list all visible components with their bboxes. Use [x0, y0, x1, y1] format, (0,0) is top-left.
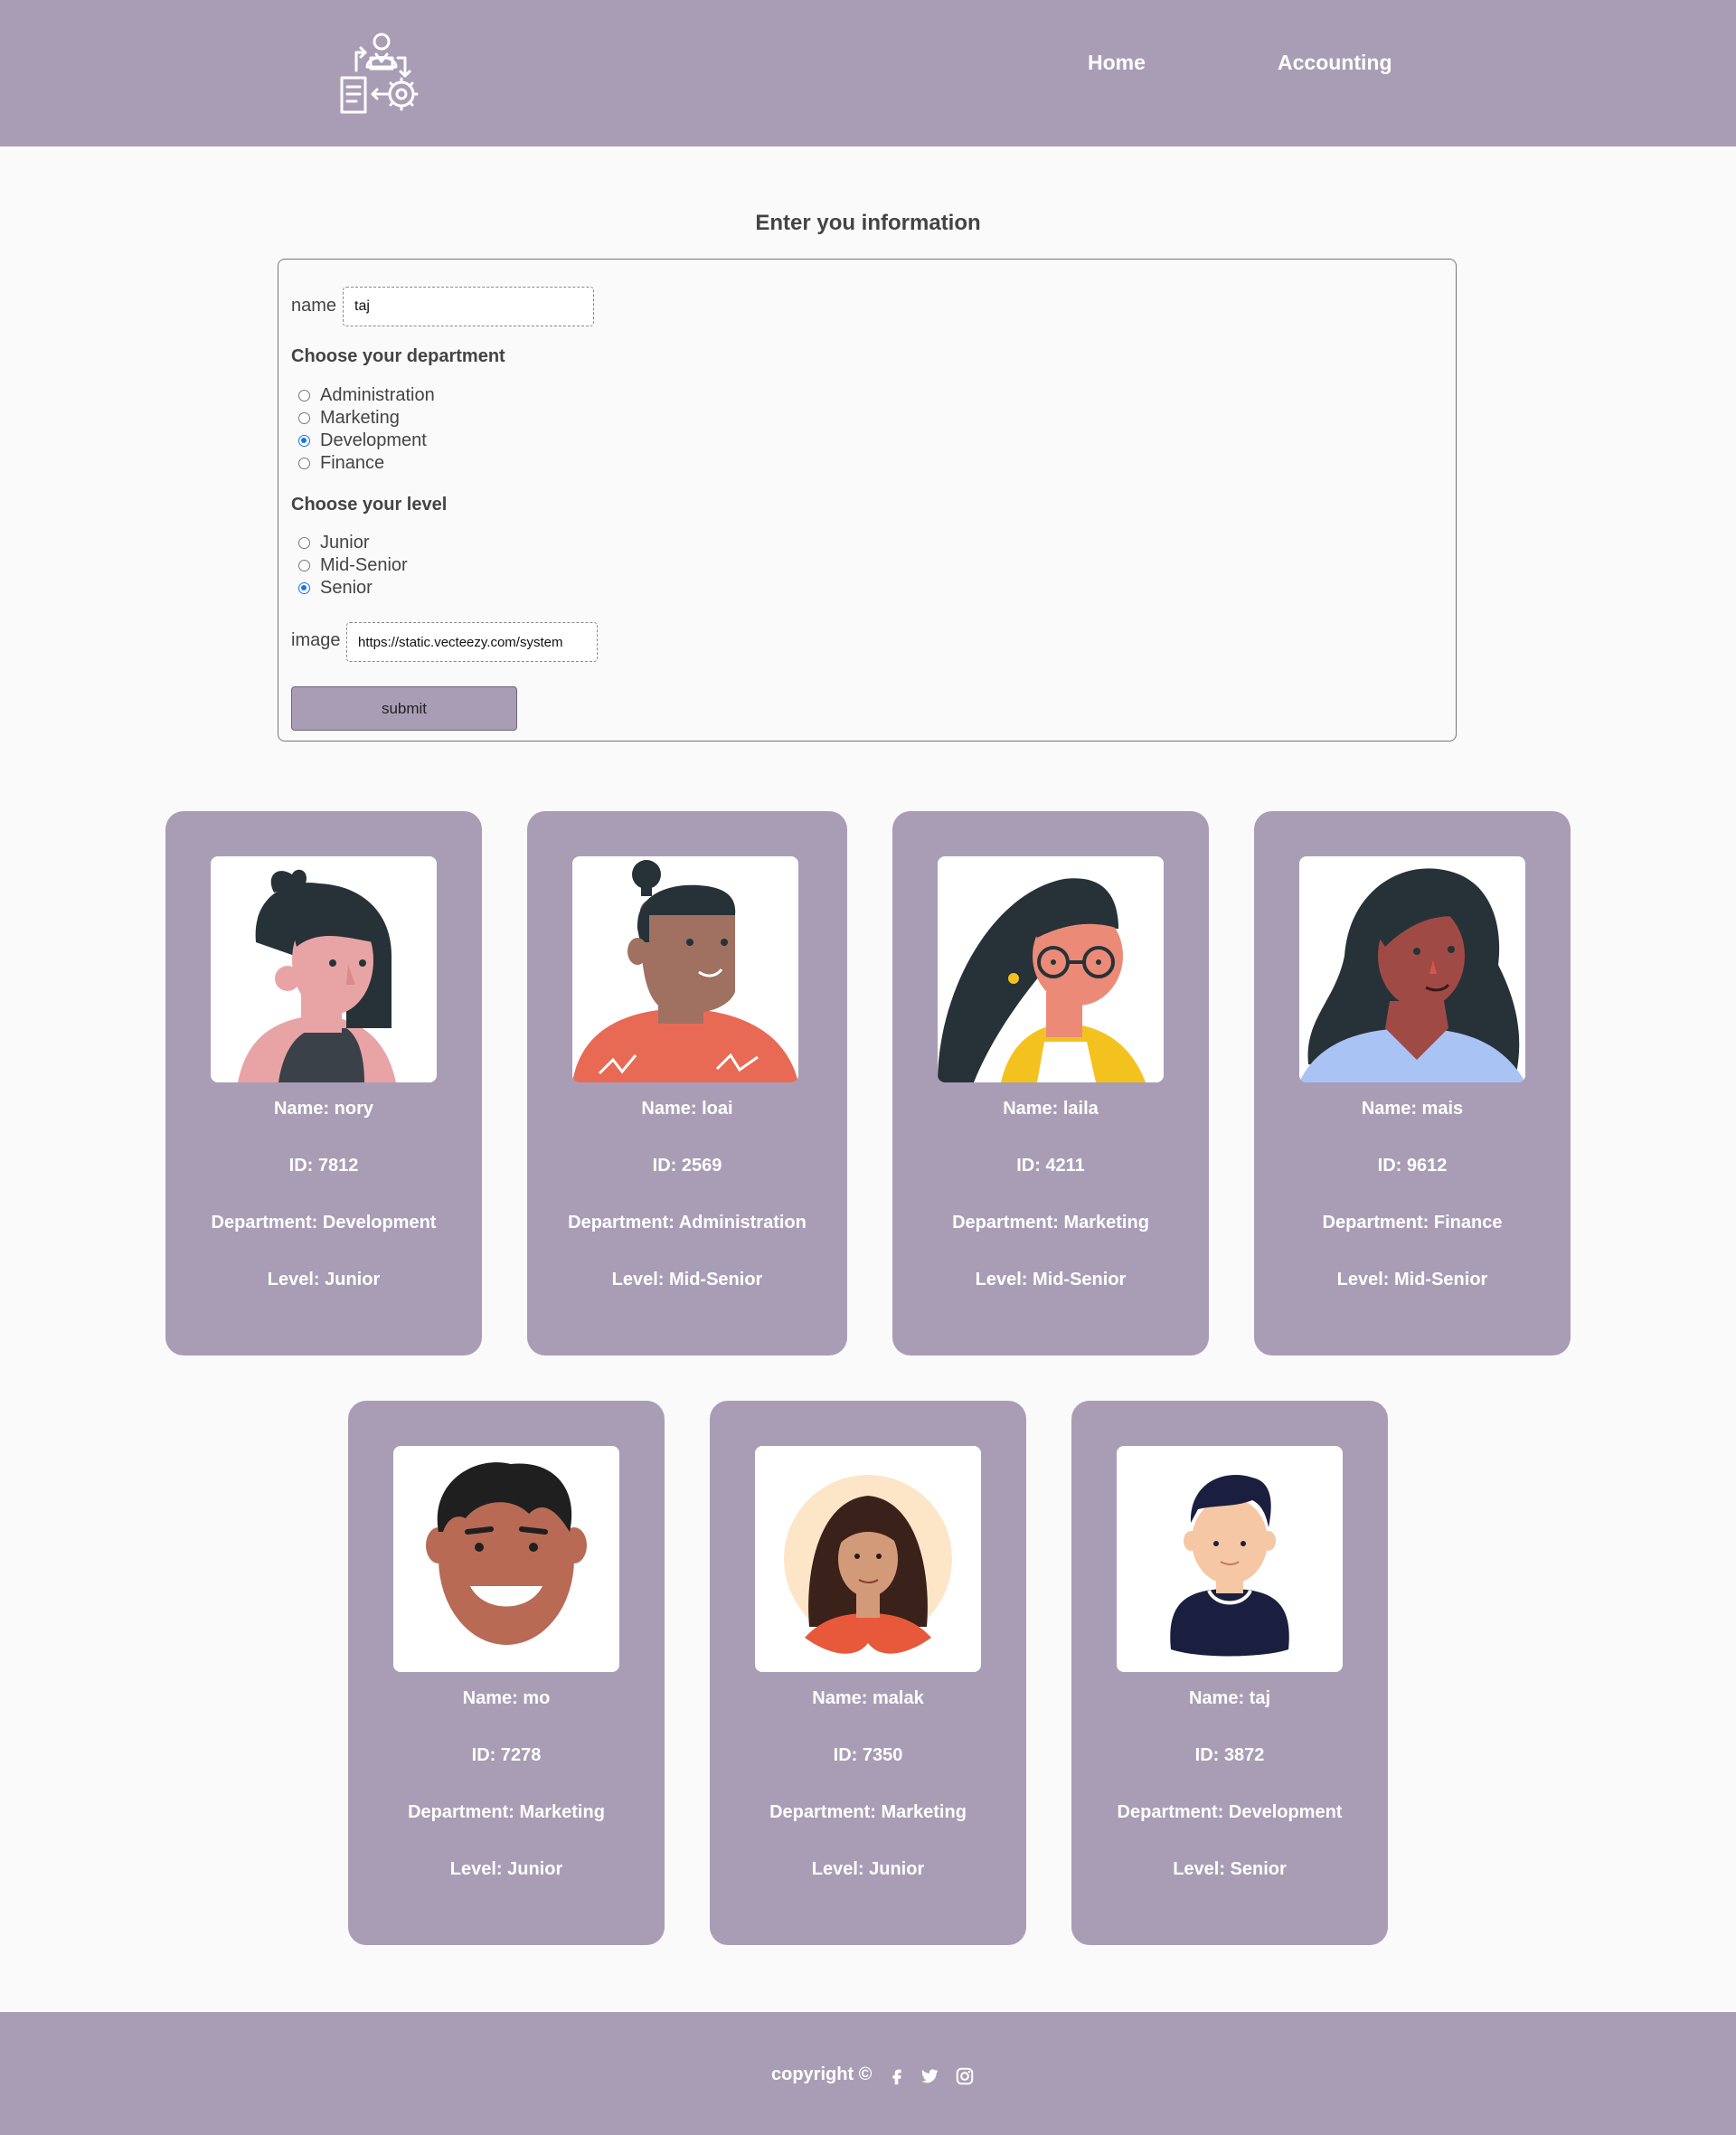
employee-level: Level: Mid-Senior [611, 1270, 763, 1290]
image-label: image [291, 630, 341, 650]
instagram-icon[interactable] [955, 2066, 975, 2086]
employee-name: Name: malak [812, 1688, 924, 1708]
employee-department: Department: Administration [568, 1213, 807, 1233]
avatar [211, 856, 437, 1082]
radio-development[interactable] [298, 435, 310, 447]
site-header: Home Accounting [0, 0, 1736, 146]
department-option-administration[interactable]: Administration [291, 384, 435, 407]
employee-level: Level: Mid-Senior [975, 1270, 1127, 1290]
radio-label: Marketing [320, 408, 400, 428]
employee-card: Name: malak ID: 7350 Department: Marketi… [710, 1401, 1026, 1945]
employee-department: Department: Marketing [769, 1802, 967, 1822]
employee-level: Level: Junior [811, 1859, 925, 1879]
employee-level: Level: Junior [267, 1270, 381, 1290]
employee-card: Name: mais ID: 9612 Department: Finance … [1254, 811, 1571, 1356]
smiling-man-avatar-icon [426, 1462, 587, 1645]
radio-label: Development [320, 430, 427, 450]
employee-level: Level: Senior [1173, 1859, 1287, 1879]
employee-card: Name: taj ID: 3872 Department: Developme… [1071, 1401, 1388, 1945]
employee-name: Name: mo [462, 1688, 551, 1708]
employee-department: Department: Finance [1322, 1213, 1503, 1233]
name-label: name [291, 296, 337, 316]
twitter-icon[interactable] [920, 2066, 939, 2086]
employee-name: Name: mais [1361, 1099, 1464, 1119]
employee-name: Name: taj [1188, 1688, 1271, 1708]
woman-curly-hair-avatar-icon [1299, 868, 1525, 1082]
name-input[interactable] [343, 287, 594, 326]
radio-finance[interactable] [298, 458, 310, 469]
employee-id: ID: 4211 [1016, 1156, 1085, 1176]
employee-id: ID: 7812 [288, 1156, 359, 1176]
employee-level: Level: Junior [449, 1859, 563, 1879]
employee-department: Department: Marketing [408, 1802, 605, 1822]
woman-short-hair-avatar-icon [238, 869, 396, 1082]
department-option-marketing[interactable]: Marketing [291, 407, 400, 430]
avatar [755, 1446, 981, 1672]
avatar [393, 1446, 619, 1672]
employee-id: ID: 7350 [833, 1745, 903, 1765]
image-url-input[interactable] [346, 622, 598, 662]
employee-name: Name: loai [641, 1099, 733, 1119]
man-sweater-avatar-icon [1170, 1475, 1289, 1657]
employee-id: ID: 3872 [1194, 1745, 1265, 1765]
employee-department: Department: Development [1117, 1802, 1343, 1822]
radio-label: Administration [320, 385, 435, 405]
employee-card: Name: nory ID: 7812 Department: Developm… [165, 811, 482, 1356]
avatar [1299, 856, 1525, 1082]
radio-senior[interactable] [298, 582, 310, 594]
radio-label: Junior [320, 533, 370, 553]
employee-level: Level: Mid-Senior [1336, 1270, 1488, 1290]
department-option-finance[interactable]: Finance [291, 452, 384, 475]
employee-card: Name: loai ID: 2569 Department: Administ… [527, 811, 847, 1356]
level-heading: Choose your level [291, 495, 448, 515]
employee-id: ID: 2569 [652, 1156, 722, 1176]
woman-long-hair-avatar-icon [784, 1475, 952, 1654]
radio-label: Finance [320, 453, 385, 473]
radio-administration[interactable] [298, 390, 310, 401]
form-title: Enter you information [755, 211, 981, 235]
level-option-mid-senior[interactable]: Mid-Senior [291, 554, 408, 577]
department-heading: Choose your department [291, 346, 505, 366]
employee-department: Department: Marketing [952, 1213, 1149, 1233]
facebook-icon[interactable] [887, 2066, 907, 2086]
avatar [1117, 1446, 1343, 1672]
site-footer: copyright © [0, 2012, 1736, 2135]
submit-button[interactable]: submit [291, 686, 517, 731]
man-bun-avatar-icon [572, 860, 798, 1082]
radio-junior[interactable] [298, 537, 310, 549]
employee-id: ID: 9612 [1377, 1156, 1448, 1176]
radio-label: Senior [320, 578, 373, 598]
copyright-text: copyright © [771, 2064, 873, 2084]
employee-form: name Choose your department Administrati… [278, 259, 1457, 742]
employee-card: Name: mo ID: 7278 Department: Marketing … [348, 1401, 665, 1945]
employee-management-logo-icon[interactable] [336, 31, 423, 118]
woman-glasses-avatar-icon [938, 878, 1146, 1082]
level-option-junior[interactable]: Junior [291, 532, 369, 554]
radio-mid-senior[interactable] [298, 560, 310, 572]
avatar [938, 856, 1164, 1082]
employee-name: Name: nory [273, 1099, 374, 1119]
radio-marketing[interactable] [298, 412, 310, 424]
department-option-development[interactable]: Development [291, 430, 427, 452]
employee-name: Name: laila [1003, 1099, 1099, 1119]
employee-card: Name: laila ID: 4211 Department: Marketi… [892, 811, 1209, 1356]
avatar [572, 856, 798, 1082]
employee-id: ID: 7278 [471, 1745, 542, 1765]
radio-label: Mid-Senior [320, 555, 408, 575]
level-option-senior[interactable]: Senior [291, 577, 373, 600]
nav-accounting-link[interactable]: Accounting [1278, 51, 1392, 75]
employee-department: Department: Development [211, 1213, 437, 1233]
nav-home-link[interactable]: Home [1088, 51, 1146, 75]
